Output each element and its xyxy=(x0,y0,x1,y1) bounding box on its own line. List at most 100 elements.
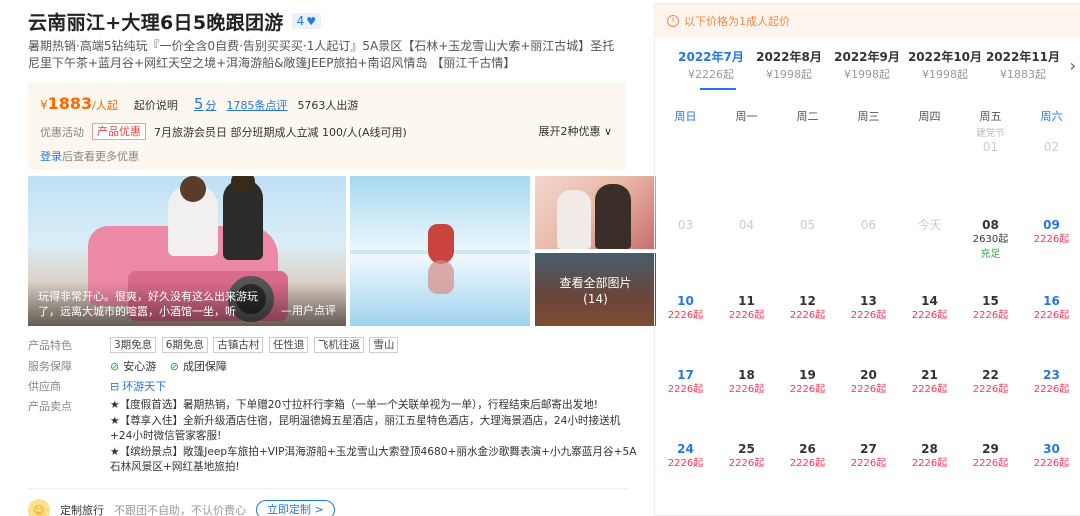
calendar-day[interactable]: 12 2226起 xyxy=(777,294,838,322)
calendar-day[interactable]: 15 2226起 xyxy=(960,294,1021,322)
main-photo[interactable]: 玩得非常开心。很爽，好久没有这么出来游玩了，远离大城市的喧嚣，小酒馆一坐，听 —… xyxy=(28,176,346,326)
day-number: 15 xyxy=(982,294,999,308)
promo-text: 7月旅游会员日 部分班期成人立减 100/人(A线可用) xyxy=(154,125,407,139)
guarantee-item[interactable]: ⊘ 安心游 xyxy=(110,358,156,374)
month-tab[interactable]: 2022年10月 ¥1998起 xyxy=(906,48,984,82)
rating-badge[interactable]: 4 ♥ xyxy=(291,13,322,29)
day-number: 21 xyxy=(921,368,938,382)
calendar-day[interactable]: 13 2226起 xyxy=(838,294,899,322)
availability-status: 充足 xyxy=(980,249,1001,260)
supplier-link[interactable]: 环游天下 xyxy=(122,380,166,393)
score-value[interactable]: 5 xyxy=(194,95,204,113)
photo-person-shape xyxy=(595,184,631,249)
weekday: 周四 xyxy=(918,110,941,123)
guarantee-item[interactable]: ⊘ 成团保障 xyxy=(170,358,227,374)
chevron-right-icon[interactable]: › xyxy=(1070,56,1076,75)
feature-tag: 6期免息 xyxy=(161,337,208,353)
day-number: 27 xyxy=(860,442,877,456)
photo-couple[interactable] xyxy=(535,176,656,249)
weekday: 周五 xyxy=(979,110,1002,123)
day-price: 2226起 xyxy=(667,384,704,395)
calendar-day[interactable]: 19 2226起 xyxy=(777,368,838,396)
login-link[interactable]: 登录 xyxy=(40,150,62,163)
day-price: 2226起 xyxy=(728,310,765,321)
view-all-count: (14) xyxy=(583,292,608,306)
day-number: 23 xyxy=(1043,368,1060,382)
day-number: 03 xyxy=(677,218,694,232)
day-number: 02 xyxy=(1043,140,1060,154)
photo-reflection-shape xyxy=(428,260,454,294)
review-quote: 玩得非常开心。很爽，好久没有这么出来游玩了，远离大城市的喧嚣，小酒馆一坐，听 xyxy=(38,290,258,318)
custom-now-button[interactable]: 立即定制 > xyxy=(256,500,335,516)
price-explain-link[interactable]: 起价说明 xyxy=(134,97,178,113)
calendar-day[interactable]: 28 2226起 xyxy=(899,442,960,470)
calendar-day[interactable]: 08 2630起 充足 xyxy=(960,218,1021,262)
calendar-day[interactable]: 25 2226起 xyxy=(716,442,777,470)
product-info: 云南丽江+大理6日5晚跟团游 4 ♥ 暑期热销·高端5钻纯玩『一价全含0自费·告… xyxy=(28,0,656,516)
month-tab[interactable]: 2022年9月 ¥1998起 xyxy=(828,48,906,82)
month-tab[interactable]: 2022年8月 ¥1998起 xyxy=(750,48,828,82)
calendar-day[interactable]: 11 2226起 xyxy=(716,294,777,322)
calendar-day[interactable]: 20 2226起 xyxy=(838,368,899,396)
heart-icon: ♥ xyxy=(306,14,317,28)
view-all-text: 查看全部图片 xyxy=(559,276,632,290)
day-number: 14 xyxy=(921,294,938,308)
supplier[interactable]: ⊟ 环游天下 xyxy=(110,378,166,394)
guarantee-text: 成团保障 xyxy=(182,360,227,373)
calendar-day[interactable]: 10 2226起 xyxy=(655,294,716,322)
calendar-day[interactable]: 14 2226起 xyxy=(899,294,960,322)
day-number: 29 xyxy=(982,442,999,456)
month-price: ¥1998起 xyxy=(844,68,890,81)
calendar-day[interactable]: 24 2226起 xyxy=(655,442,716,470)
calendar-day[interactable]: 26 2226起 xyxy=(777,442,838,470)
calendar-day[interactable]: 18 2226起 xyxy=(716,368,777,396)
feature-tag: 任性退 xyxy=(268,337,309,353)
day-number: 04 xyxy=(738,218,755,232)
review-quote-source: —用户点评 xyxy=(281,304,336,317)
month-name: 2022年10月 xyxy=(907,50,983,64)
calendar-day: 06 xyxy=(838,218,899,233)
photo-sky-mirror[interactable] xyxy=(350,176,530,326)
calendar-day[interactable]: 23 2226起 xyxy=(1021,368,1080,396)
product-subtitle: 暑期热销·高端5钻纯玩『一价全含0自费·告别买买买·1人起订』5A景区【石林+玉… xyxy=(28,39,615,70)
calendar-day[interactable]: 29 2226起 xyxy=(960,442,1021,470)
divider xyxy=(28,488,628,489)
day-price: 2226起 xyxy=(972,384,1009,395)
calendar-day[interactable]: 09 2226起 xyxy=(1021,218,1080,246)
score-unit[interactable]: 分 xyxy=(205,97,216,113)
feature-tag: 3期免息 xyxy=(110,337,157,353)
calendar-day[interactable]: 21 2226起 xyxy=(899,368,960,396)
month-tab[interactable]: 2022年7月 ¥2226起 xyxy=(672,48,750,90)
calendar-day[interactable]: 22 2226起 xyxy=(960,368,1021,396)
calendar-day[interactable]: 16 2226起 xyxy=(1021,294,1080,322)
weekday: 周六 xyxy=(1040,110,1063,123)
calendar-day[interactable]: 30 2226起 xyxy=(1021,442,1080,470)
day-number: 22 xyxy=(982,368,999,382)
title-row: 云南丽江+大理6日5晚跟团游 4 ♥ xyxy=(28,8,322,34)
day-price: 2226起 xyxy=(667,458,704,469)
reviews-link[interactable]: 1785条点评 xyxy=(226,97,287,113)
calendar-day[interactable]: 27 2226起 xyxy=(838,442,899,470)
day-price: 2226起 xyxy=(911,310,948,321)
day-number: 13 xyxy=(860,294,877,308)
month-tab[interactable]: 2022年11月 ¥1883起 xyxy=(984,48,1062,82)
price-box: ¥1883/人起 起价说明 5 分 1785条点评 5763人出游 优惠活动 产… xyxy=(28,82,626,169)
login-line: 登录后查看更多优惠 xyxy=(40,148,139,164)
day-number: 25 xyxy=(738,442,755,456)
day-number: 30 xyxy=(1043,442,1060,456)
page-title: 云南丽江+大理6日5晚跟团游 xyxy=(28,11,284,34)
promo-expand-button[interactable]: 展开2种优惠 ∨ xyxy=(538,123,612,139)
calendar-day[interactable]: 17 2226起 xyxy=(655,368,716,396)
day-number: 10 xyxy=(677,294,694,308)
features-label: 产品特色 xyxy=(28,339,72,352)
day-number: 01 xyxy=(982,140,999,154)
active-month-underline xyxy=(700,88,736,90)
month-name: 2022年7月 xyxy=(678,50,744,64)
custom-travel-row: ☺ 定制旅行 不跟团不自助，不认价费心 立即定制 > xyxy=(28,499,335,516)
day-price: 2226起 xyxy=(789,310,826,321)
view-all-photos-button[interactable]: 查看全部图片 (14) xyxy=(535,253,656,326)
holiday-label: 建党节 xyxy=(976,128,1005,139)
day-price: 2226起 xyxy=(1033,458,1070,469)
view-all-photos-label: 查看全部图片 (14) xyxy=(535,275,656,307)
price-unit: /人起 xyxy=(92,99,118,112)
